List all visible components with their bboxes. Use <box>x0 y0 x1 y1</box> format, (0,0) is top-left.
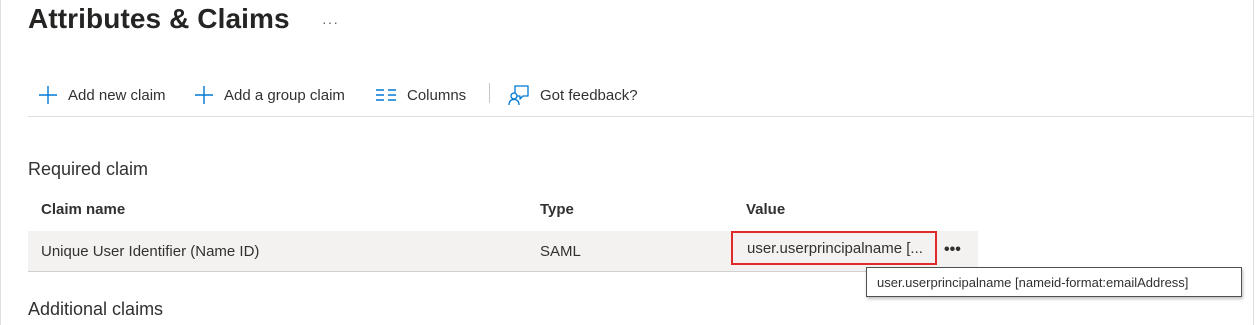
got-feedback-button[interactable]: Got feedback? <box>508 82 638 108</box>
required-claim-heading: Required claim <box>28 159 149 179</box>
got-feedback-label: Got feedback? <box>540 86 638 104</box>
additional-claims-heading: Additional claims <box>28 299 164 319</box>
column-header-type: Type <box>540 201 574 218</box>
row-more-options-button[interactable]: ••• <box>944 241 961 259</box>
column-header-value: Value <box>746 201 786 218</box>
add-new-claim-label: Add new claim <box>68 86 166 104</box>
tooltip-text: user.userprincipalname [nameid-format:em… <box>877 275 1189 290</box>
toolbar-divider-line <box>28 116 1253 117</box>
add-group-claim-label: Add a group claim <box>224 86 345 104</box>
left-border <box>0 0 1 325</box>
claim-name-cell: Unique User Identifier (Name ID) <box>41 243 260 260</box>
feedback-icon <box>508 85 529 106</box>
right-border <box>1253 0 1254 325</box>
value-tooltip: user.userprincipalname [nameid-format:em… <box>866 267 1242 297</box>
columns-label: Columns <box>407 86 467 104</box>
columns-icon <box>376 89 396 101</box>
add-group-claim-button[interactable]: Add a group claim <box>194 82 345 108</box>
plus-icon <box>195 86 213 104</box>
value-cell[interactable]: user.userprincipalname [... <box>731 231 937 265</box>
columns-button[interactable]: Columns <box>375 82 466 108</box>
column-header-claim-name: Claim name <box>41 201 126 218</box>
plus-icon <box>39 86 57 104</box>
more-options-button[interactable]: ··· <box>322 14 339 30</box>
add-new-claim-button[interactable]: Add new claim <box>38 82 166 108</box>
page-title: Attributes & Claims <box>28 3 290 34</box>
value-text: user.userprincipalname [... <box>747 239 923 257</box>
toolbar-divider <box>489 83 490 103</box>
command-bar: Add new claim Add a group claim Columns … <box>28 80 1253 110</box>
type-cell: SAML <box>540 243 581 260</box>
table-row[interactable]: Unique User Identifier (Name ID) SAML us… <box>28 231 978 272</box>
